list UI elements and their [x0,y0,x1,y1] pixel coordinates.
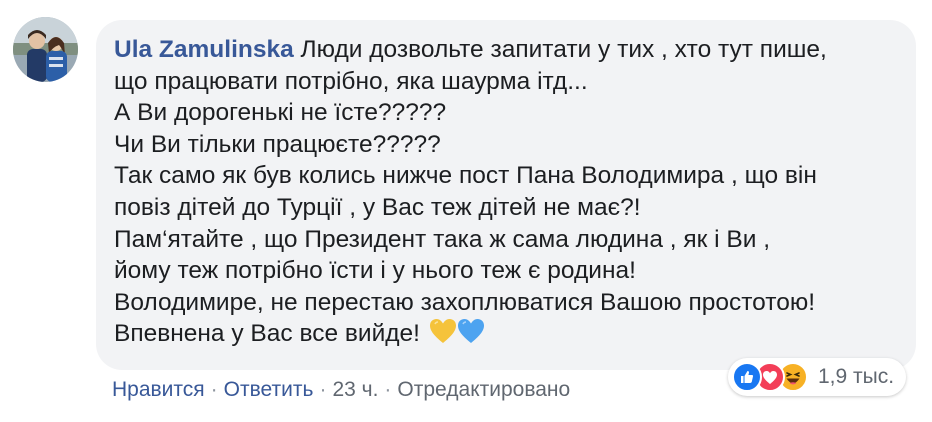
comment-line-text: Впевнена у Вас все вийде! [114,320,420,348]
reply-button[interactable]: Ответить [224,378,314,401]
comment-body: Ula Zamulinska Люди дозвольте запитати у… [114,34,900,350]
avatar[interactable] [13,17,78,82]
comment-line: йому теж потрібно їсти і у нього теж є р… [114,257,636,285]
avatar-photo-icon [13,17,78,82]
comment-line: Ula Zamulinska Люди дозвольте запитати у… [114,34,900,66]
yellow-heart-icon [429,319,456,344]
comment-line: Пам‘ятайте , що Президент така ж сама лю… [114,225,771,253]
separator-dot: · [319,378,327,401]
comment-line: Володимире, не перестаю захоплюватися Ва… [114,288,816,316]
reactions-summary[interactable]: 1,9 тыс. [728,358,907,396]
comment-line: що працювати потрібно, яка шаурма ітд... [114,67,588,95]
like-icon [732,362,762,392]
author-name-link[interactable]: Ula Zamulinska [114,36,294,63]
like-button[interactable]: Нравится [112,378,205,401]
comment-container: Ula Zamulinska Люди дозвольте запитати у… [0,0,932,422]
comment-bubble: Ula Zamulinska Люди дозвольте запитати у… [96,20,916,370]
comment-line-text: Люди дозвольте запитати у тих , хто тут … [300,36,827,63]
separator-dot: · [384,378,392,401]
comment-line: А Ви дорогенькі не їсте????? [114,99,447,127]
comment-line: Чи Ви тільки працюєте????? [114,130,441,158]
timestamp-link[interactable]: 23 ч. [332,378,378,401]
reaction-count: 1,9 тыс. [818,365,895,388]
comment-actions: Нравится · Ответить · 23 ч. · Отредактировано [112,378,570,402]
separator-dot: · [210,378,218,401]
blue-heart-icon [457,319,484,344]
comment-line: повіз дітей до Турції , у Вас теж дітей … [114,193,641,221]
comment-line-last: Впевнена у Вас все вийде! [114,318,900,350]
edited-label[interactable]: Отредактировано [397,378,570,401]
comment-line: Так само як був колись нижче пост Пана В… [114,162,817,190]
